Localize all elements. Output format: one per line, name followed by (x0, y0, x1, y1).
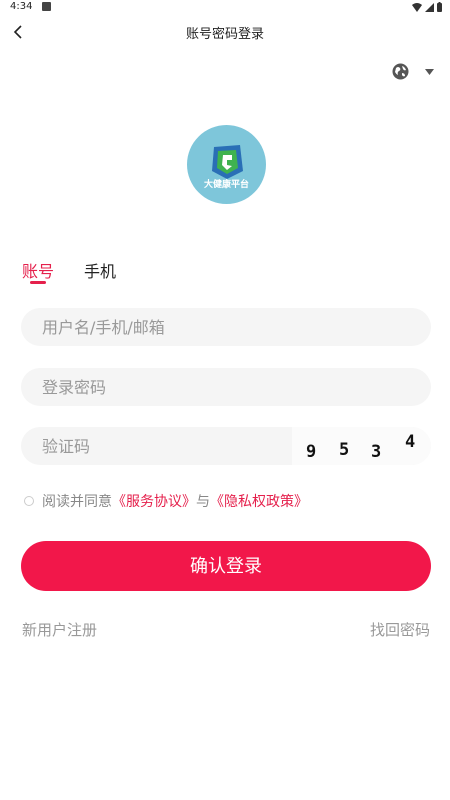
service-agreement-link[interactable]: 《服务协议》 (112, 491, 196, 511)
agreement-row: 阅读并同意 《服务协议》 与 《隐私权政策》 (24, 491, 308, 511)
wifi-icon (412, 2, 422, 12)
page-title: 账号密码登录 (185, 27, 264, 42)
tab-active-indicator (30, 281, 46, 284)
captcha-input[interactable] (21, 427, 271, 465)
register-link[interactable]: 新用户注册 (22, 619, 97, 640)
agreement-prefix: 阅读并同意 (42, 494, 112, 510)
signal-icon (425, 2, 434, 12)
captcha-digit: 3 (371, 442, 382, 462)
login-button[interactable]: 确认登录 (21, 541, 431, 591)
caret-down-icon (425, 68, 434, 75)
username-field-wrapper (21, 308, 431, 346)
username-input[interactable] (21, 308, 431, 346)
status-bar: 4:34 (0, 0, 450, 14)
logo-text: 大健康平台 (203, 180, 249, 190)
status-icons (412, 2, 442, 12)
captcha-digit: 4 (405, 432, 416, 452)
captcha-field-wrapper: 9 5 3 4 (21, 427, 431, 465)
notification-icon (42, 2, 51, 11)
password-field-wrapper (21, 368, 431, 406)
agreement-joiner: 与 (196, 494, 210, 510)
captcha-image[interactable]: 9 5 3 4 (292, 427, 431, 465)
tab-account[interactable]: 账号 (22, 258, 54, 282)
privacy-policy-link[interactable]: 《隐私权政策》 (210, 491, 308, 511)
captcha-digit: 5 (339, 440, 350, 460)
status-time: 4:34 (10, 1, 33, 12)
nav-bar: 账号密码登录 (0, 14, 450, 50)
forgot-password-link[interactable]: 找回密码 (370, 619, 430, 640)
globe-icon (392, 63, 409, 80)
battery-icon (437, 2, 442, 12)
app-logo: 大健康平台 (187, 125, 266, 204)
password-input[interactable] (21, 368, 431, 406)
logo-mark-icon (212, 145, 243, 179)
captcha-digit: 9 (306, 442, 317, 462)
tab-phone[interactable]: 手机 (84, 258, 116, 282)
language-selector[interactable] (392, 63, 434, 80)
agreement-checkbox[interactable] (24, 496, 34, 506)
